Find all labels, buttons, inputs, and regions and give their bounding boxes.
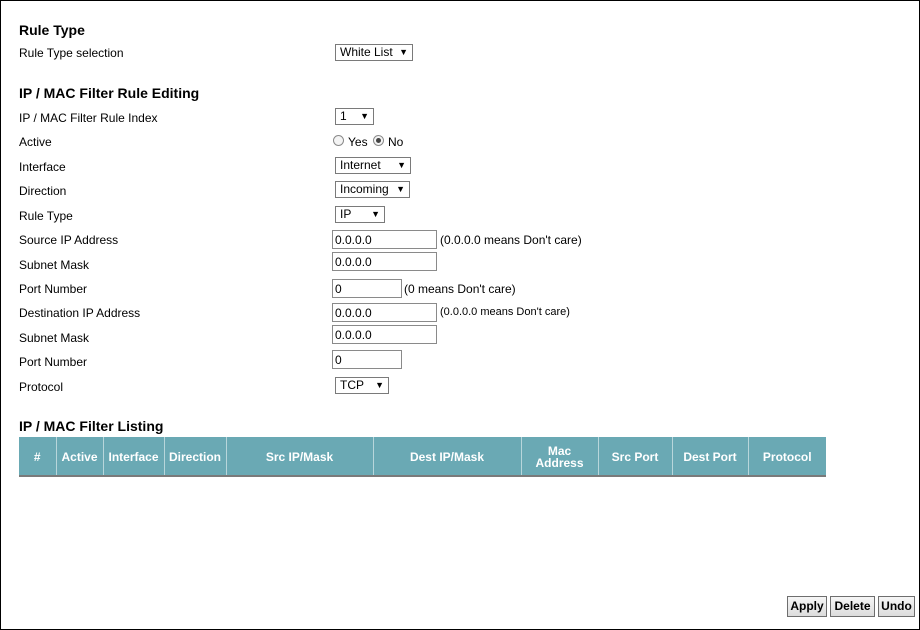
direction-value: Incoming — [340, 182, 389, 196]
interface-label: Interface — [19, 160, 66, 174]
source-port-hint: (0 means Don't care) — [404, 282, 516, 296]
active-yes-label: Yes — [348, 135, 368, 149]
delete-button[interactable]: Delete — [830, 596, 875, 617]
source-subnet-mask-input[interactable] — [332, 252, 437, 271]
destination-ip-input[interactable] — [332, 303, 437, 322]
dropdown-arrow-icon: ▼ — [360, 111, 369, 121]
rule-type-section-title: Rule Type — [19, 22, 85, 38]
source-ip-label: Source IP Address — [19, 233, 119, 247]
active-label: Active — [19, 135, 52, 149]
interface-value: Internet — [340, 158, 381, 172]
rule-index-value: 1 — [340, 109, 347, 123]
rule-type-dropdown[interactable]: IP ▼ — [335, 206, 385, 223]
source-subnet-mask-label: Subnet Mask — [19, 258, 90, 272]
column-header-dest-port: Dest Port — [671, 437, 748, 477]
direction-dropdown[interactable]: Incoming ▼ — [335, 181, 410, 198]
table-bottom-border — [19, 475, 826, 477]
protocol-value: TCP — [340, 378, 364, 392]
rule-index-label: IP / MAC Filter Rule Index — [19, 111, 158, 125]
active-yes-radio[interactable] — [333, 135, 344, 146]
destination-subnet-mask-input[interactable] — [332, 325, 437, 344]
rule-type-label: Rule Type — [19, 209, 73, 223]
rule-type-selection-dropdown[interactable]: White List ▼ — [335, 44, 413, 61]
rule-index-dropdown[interactable]: 1 ▼ — [335, 108, 374, 125]
column-header-src-ip-mask: Src IP/Mask — [225, 437, 373, 477]
source-ip-hint: (0.0.0.0 means Don't care) — [440, 233, 582, 247]
column-header-mac-address: Mac Address — [520, 437, 598, 477]
filter-listing-section-title: IP / MAC Filter Listing — [19, 418, 164, 434]
column-header-protocol: Protocol — [747, 437, 826, 477]
rule-type-value: IP — [340, 207, 352, 221]
direction-label: Direction — [19, 184, 67, 198]
protocol-dropdown[interactable]: TCP ▼ — [335, 377, 389, 394]
dropdown-arrow-icon: ▼ — [371, 209, 380, 219]
destination-ip-hint: (0.0.0.0 means Don't care) — [440, 306, 570, 318]
active-radio-group: Yes No — [333, 135, 423, 149]
filter-listing-table: # Active Interface Direction Src IP/Mask… — [19, 437, 826, 477]
source-port-label: Port Number — [19, 282, 88, 296]
column-header-dest-ip-mask: Dest IP/Mask — [372, 437, 521, 477]
dropdown-arrow-icon: ▼ — [399, 47, 408, 57]
apply-button[interactable]: Apply — [787, 596, 827, 617]
dropdown-arrow-icon: ▼ — [397, 160, 406, 170]
active-no-label: No — [388, 135, 404, 149]
rule-type-selection-value: White List — [340, 45, 393, 59]
undo-button[interactable]: Undo — [878, 596, 915, 617]
dropdown-arrow-icon: ▼ — [396, 184, 405, 194]
destination-port-label: Port Number — [19, 355, 88, 369]
destination-subnet-mask-label: Subnet Mask — [19, 331, 90, 345]
column-header-src-port: Src Port — [597, 437, 672, 477]
dropdown-arrow-icon: ▼ — [375, 380, 384, 390]
protocol-label: Protocol — [19, 380, 64, 394]
rule-type-selection-label: Rule Type selection — [19, 46, 124, 60]
column-header-direction: Direction — [163, 437, 226, 477]
destination-ip-label: Destination IP Address — [19, 306, 141, 320]
source-ip-input[interactable] — [332, 230, 437, 249]
active-no-radio[interactable] — [373, 135, 384, 146]
column-header-interface: Interface — [102, 437, 164, 477]
source-port-input[interactable] — [332, 279, 402, 298]
destination-port-input[interactable] — [332, 350, 402, 369]
rule-editing-section-title: IP / MAC Filter Rule Editing — [19, 85, 200, 101]
interface-dropdown[interactable]: Internet ▼ — [335, 157, 411, 174]
column-header-active: Active — [55, 437, 103, 477]
table-header-row: # Active Interface Direction Src IP/Mask… — [19, 437, 826, 477]
column-header-index: # — [19, 437, 56, 477]
